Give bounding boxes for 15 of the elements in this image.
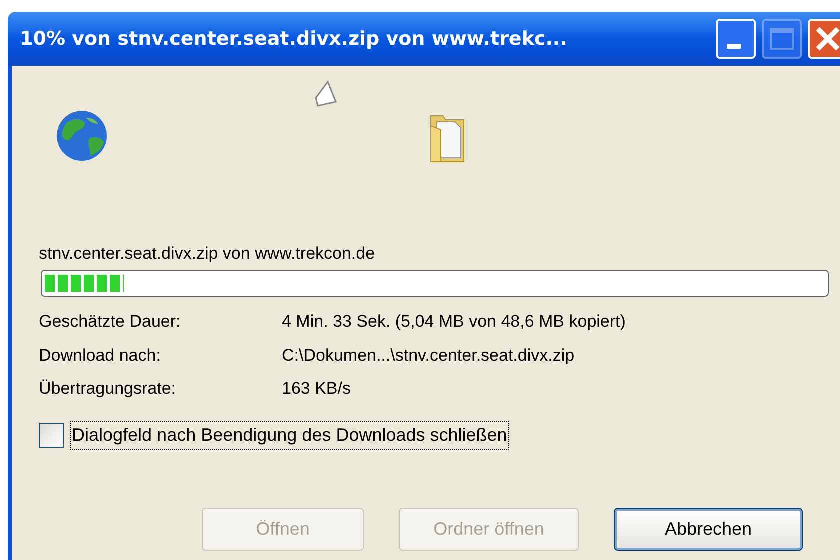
detail-label: Download nach: [39,344,162,366]
close-button[interactable] [808,19,840,59]
window-title: 10% von stnv.center.seat.divx.zip von www.trekc... [20,26,568,52]
paper-icon [314,80,340,108]
detail-value: C:\Dokumen...\stnv.center.seat.divx.zip [282,344,575,366]
checkbox[interactable] [39,422,64,448]
detail-label: Übertragungsrate: [39,378,178,400]
globe-icon [56,110,108,162]
detail-value: 163 KB/s [282,378,351,400]
source-text: stnv.center.seat.divx.zip von www.trekcon.de [39,243,376,265]
dialog-button[interactable]: Abbrechen [614,508,803,550]
minimize-button[interactable] [716,19,756,59]
detail-label: Geschätzte Dauer: [39,311,182,333]
checkbox-label[interactable]: Dialogfeld nach Beendigung des Downloads schließen [70,420,510,450]
detail-value: 4 Min. 33 Sek. (5,04 MB von 48,6 MB kopiert) [282,311,626,333]
